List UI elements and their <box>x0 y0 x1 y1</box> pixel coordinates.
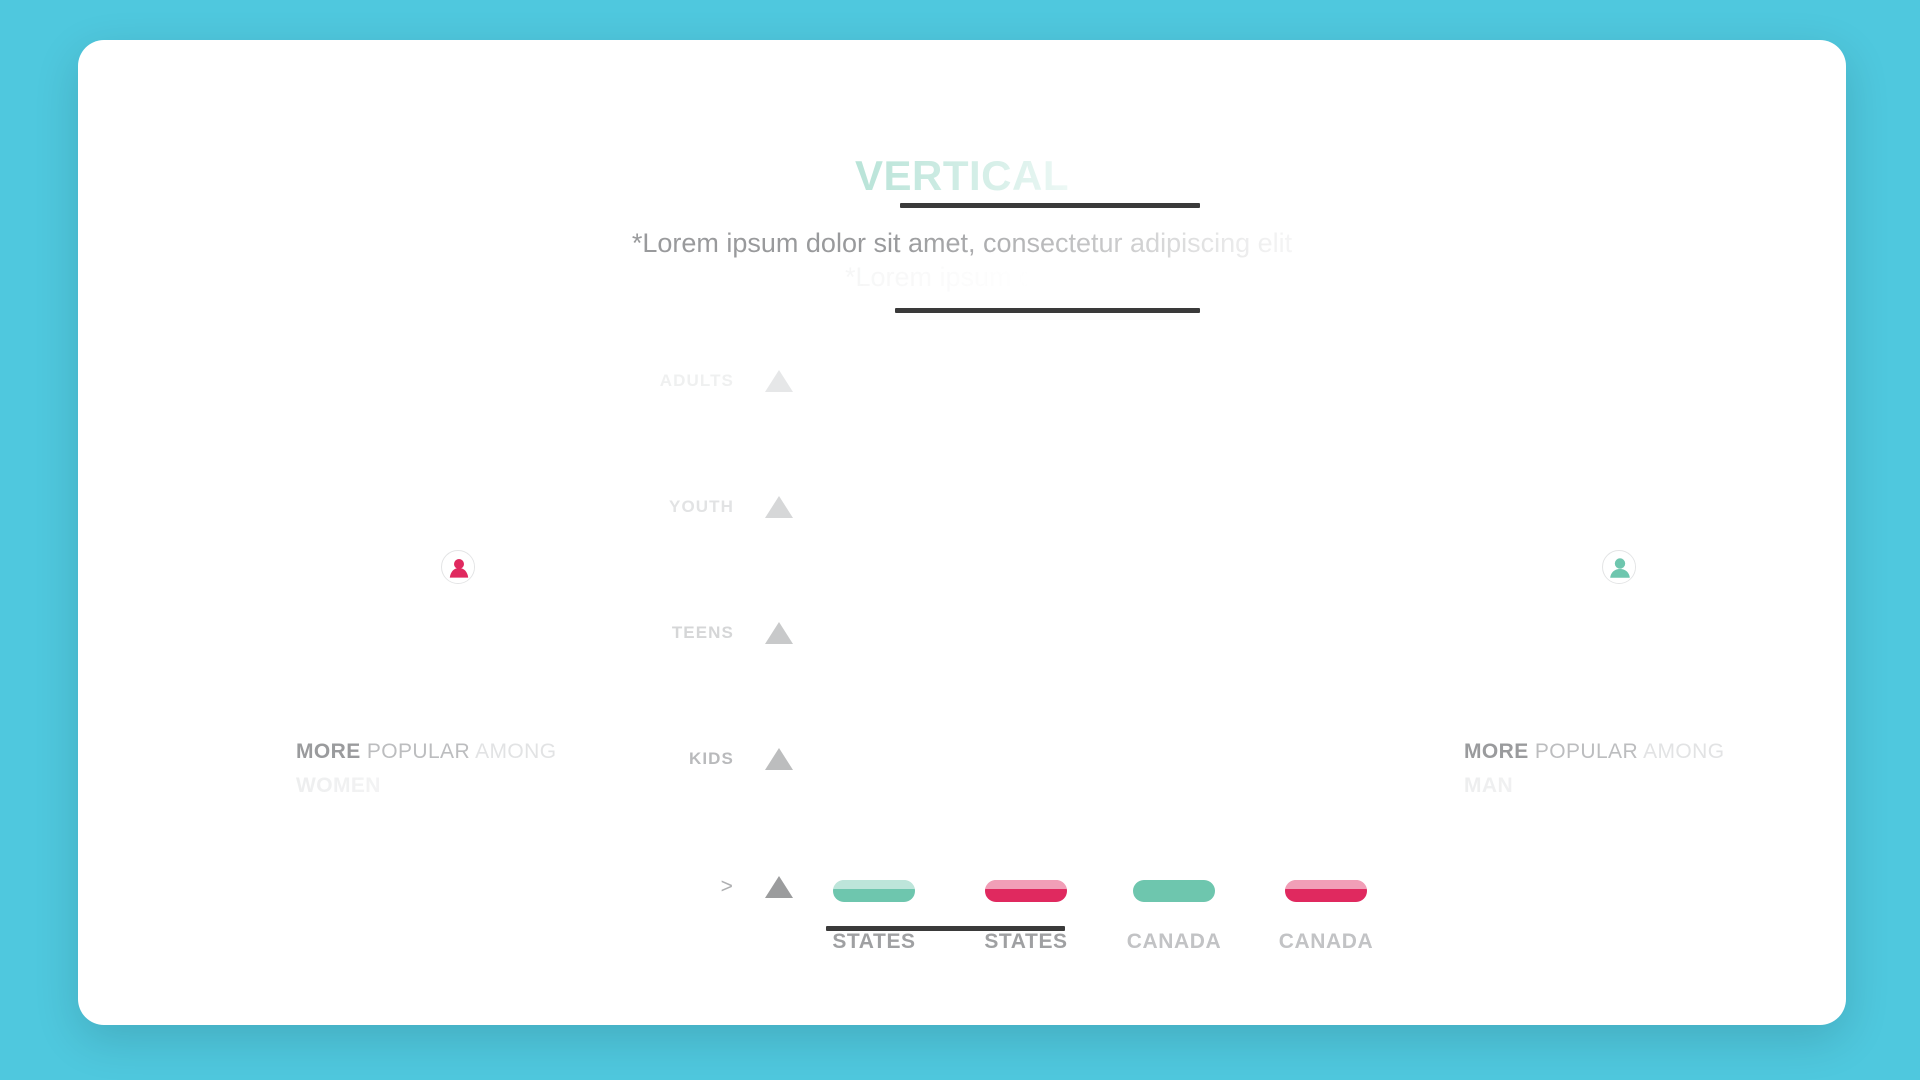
bar-pill-canada-women[interactable] <box>1285 880 1367 902</box>
bar-label: STATES <box>832 930 916 953</box>
bar-column[interactable]: CANADA <box>1278 866 1374 954</box>
axis-row-adults: ADULTS <box>498 364 798 398</box>
triangle-up-icon <box>760 496 798 518</box>
triangle-up-icon <box>760 748 798 770</box>
caption-more-popular-men: MORE POPULAR AMONG MAN <box>1464 740 1894 798</box>
caption-right-mid: POPULAR <box>1528 740 1639 763</box>
triangle-up-icon <box>760 370 798 392</box>
bar-column[interactable]: STATES <box>826 866 922 954</box>
bar-label: STATES <box>984 930 1068 953</box>
slide-card: VERTICAL *Lorem ipsum dolor sit amet, co… <box>78 40 1846 1025</box>
bar-label: CANADA <box>1126 930 1222 953</box>
axis-label-adults: ADULTS <box>659 371 734 390</box>
caption-right-line-1: MORE POPULAR AMONG <box>1464 740 1894 764</box>
bar-column[interactable]: CANADA <box>1126 866 1222 954</box>
axis-row-teens: TEENS <box>498 616 798 650</box>
bar-column[interactable]: STATES <box>978 866 1074 954</box>
caption-right-weak: AMONG <box>1638 740 1725 763</box>
axis-label-youth: YOUTH <box>669 497 734 516</box>
caption-more-popular-women: MORE POPULAR AMONG WOMEN <box>296 740 726 798</box>
subtitle-line-2: *Lorem ipsum dolor <box>844 262 1080 292</box>
bar-group: STATES STATES CANADA CANADA <box>826 866 1466 1006</box>
title-underline-rule <box>900 203 1200 208</box>
caption-left-line-2: WOMEN <box>296 774 381 797</box>
axis-row-baseline: > <box>498 870 798 904</box>
subtitle-underline-rule <box>895 308 1200 313</box>
caption-right-strong: MORE <box>1464 740 1529 763</box>
triangle-up-icon <box>760 876 798 898</box>
page-title: VERTICAL <box>855 152 1069 199</box>
axis-row-youth: YOUTH <box>498 490 798 524</box>
caption-left-strong: MORE <box>296 740 361 763</box>
caption-left-line-1: MORE POPULAR AMONG <box>296 740 726 764</box>
bar-pill-states-men[interactable] <box>833 880 915 902</box>
caption-right-line-2: MAN <box>1464 774 1514 797</box>
caption-left-weak: AMONG <box>470 740 557 763</box>
axis-label-teens: TEENS <box>671 623 734 642</box>
bars-baseline-rule <box>826 926 1065 931</box>
axis-label-baseline: > <box>720 875 734 898</box>
caption-left-mid: POPULAR <box>360 740 471 763</box>
female-avatar-icon <box>441 550 475 584</box>
bar-pill-canada-men[interactable] <box>1133 880 1215 902</box>
bar-pill-states-women[interactable] <box>985 880 1067 902</box>
subtitle-line-1: *Lorem ipsum dolor sit amet, consectetur… <box>631 228 1293 258</box>
triangle-up-icon <box>760 622 798 644</box>
male-avatar-icon <box>1602 550 1636 584</box>
bar-label: CANADA <box>1278 930 1374 953</box>
